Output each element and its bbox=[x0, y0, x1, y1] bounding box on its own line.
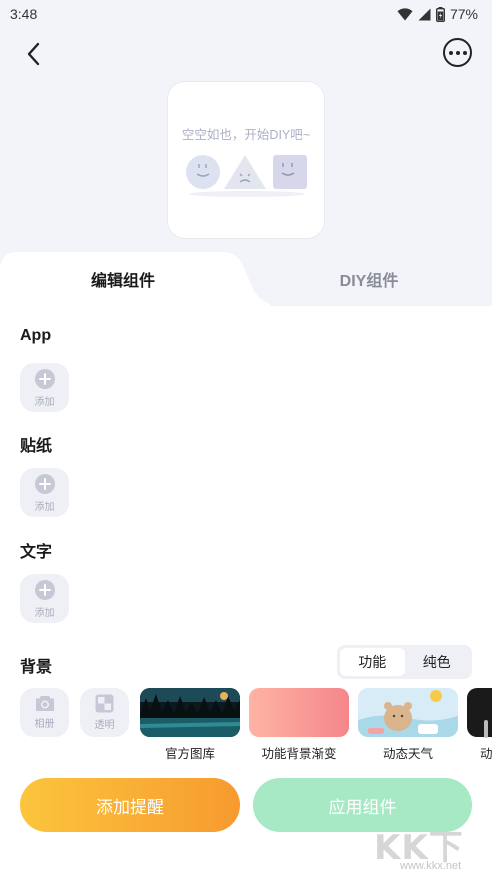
more-dot-icon bbox=[462, 50, 467, 55]
status-time: 3:48 bbox=[10, 6, 38, 22]
thumbnail-dynamic-weather[interactable] bbox=[358, 688, 458, 737]
thumbnail-label: 功能背景渐变 bbox=[261, 747, 337, 761]
more-dot-icon bbox=[455, 50, 460, 55]
background-mode-toggle: 功能 纯色 bbox=[337, 645, 472, 679]
thumbnail-partial[interactable] bbox=[467, 688, 492, 737]
thumbnail-official-gallery[interactable] bbox=[140, 688, 240, 737]
background-options-row: 相册 透明 官方图库 功能背景渐变 动态天气 动 bbox=[0, 688, 492, 761]
signal-icon bbox=[418, 8, 431, 20]
empty-state-illustration bbox=[186, 155, 307, 197]
section-title-text: 文字 bbox=[20, 544, 53, 561]
segment-solid-color[interactable]: 纯色 bbox=[405, 648, 470, 676]
transparent-icon bbox=[95, 694, 114, 713]
widget-preview-card: 空空如也，开始DIY吧~ bbox=[167, 81, 325, 239]
horizontal-scroll-indicator bbox=[484, 720, 488, 738]
add-label: 添加 bbox=[34, 397, 55, 408]
plus-icon bbox=[34, 369, 55, 389]
battery-percent: 77% bbox=[449, 6, 478, 22]
section-title-app: App bbox=[20, 327, 52, 344]
section-title-background: 背景 bbox=[20, 659, 53, 676]
add-app-button[interactable]: 添加 bbox=[20, 363, 69, 412]
tab-bar: 编辑组件 DIY组件 bbox=[0, 252, 492, 306]
album-label: 相册 bbox=[34, 719, 55, 730]
transparent-label: 透明 bbox=[94, 720, 115, 731]
watermark-url: www.kkx.net bbox=[400, 860, 462, 872]
add-label: 添加 bbox=[34, 502, 55, 513]
status-icons: 77% bbox=[397, 6, 478, 22]
thumbnail-label: 官方图库 bbox=[164, 747, 215, 761]
add-text-button[interactable]: 添加 bbox=[20, 574, 69, 623]
thumbnail-label: 动态天气 bbox=[382, 747, 433, 761]
thumbnail-gradient-background[interactable] bbox=[249, 688, 349, 737]
plus-icon bbox=[34, 580, 55, 600]
section-title-sticker: 贴纸 bbox=[20, 438, 53, 455]
tab-edit-widget[interactable]: 编辑组件 bbox=[0, 252, 246, 306]
thumbnail-label: 动 bbox=[480, 747, 492, 761]
transparent-button[interactable]: 透明 bbox=[80, 688, 129, 737]
watermark-logo: KK下载 www.kkx.net bbox=[374, 820, 492, 875]
gallery-thumbnail-image bbox=[140, 688, 240, 737]
wifi-icon bbox=[397, 7, 413, 20]
add-label: 添加 bbox=[34, 608, 55, 619]
status-bar: 3:48 77% bbox=[0, 0, 492, 28]
add-sticker-button[interactable]: 添加 bbox=[20, 468, 69, 517]
battery-icon bbox=[435, 6, 445, 22]
empty-state-text: 空空如也，开始DIY吧~ bbox=[181, 128, 311, 142]
more-dot-icon bbox=[448, 50, 453, 55]
album-button[interactable]: 相册 bbox=[20, 688, 69, 737]
chevron-left-icon bbox=[27, 42, 40, 66]
plus-icon bbox=[34, 474, 55, 494]
camera-icon bbox=[35, 696, 54, 711]
segment-function[interactable]: 功能 bbox=[340, 648, 405, 676]
add-reminder-button[interactable]: 添加提醒 bbox=[20, 778, 240, 832]
back-button[interactable] bbox=[18, 38, 50, 70]
weather-thumbnail-image bbox=[358, 688, 458, 737]
more-button[interactable] bbox=[443, 38, 472, 67]
tab-diy-widget[interactable]: DIY组件 bbox=[246, 252, 492, 306]
